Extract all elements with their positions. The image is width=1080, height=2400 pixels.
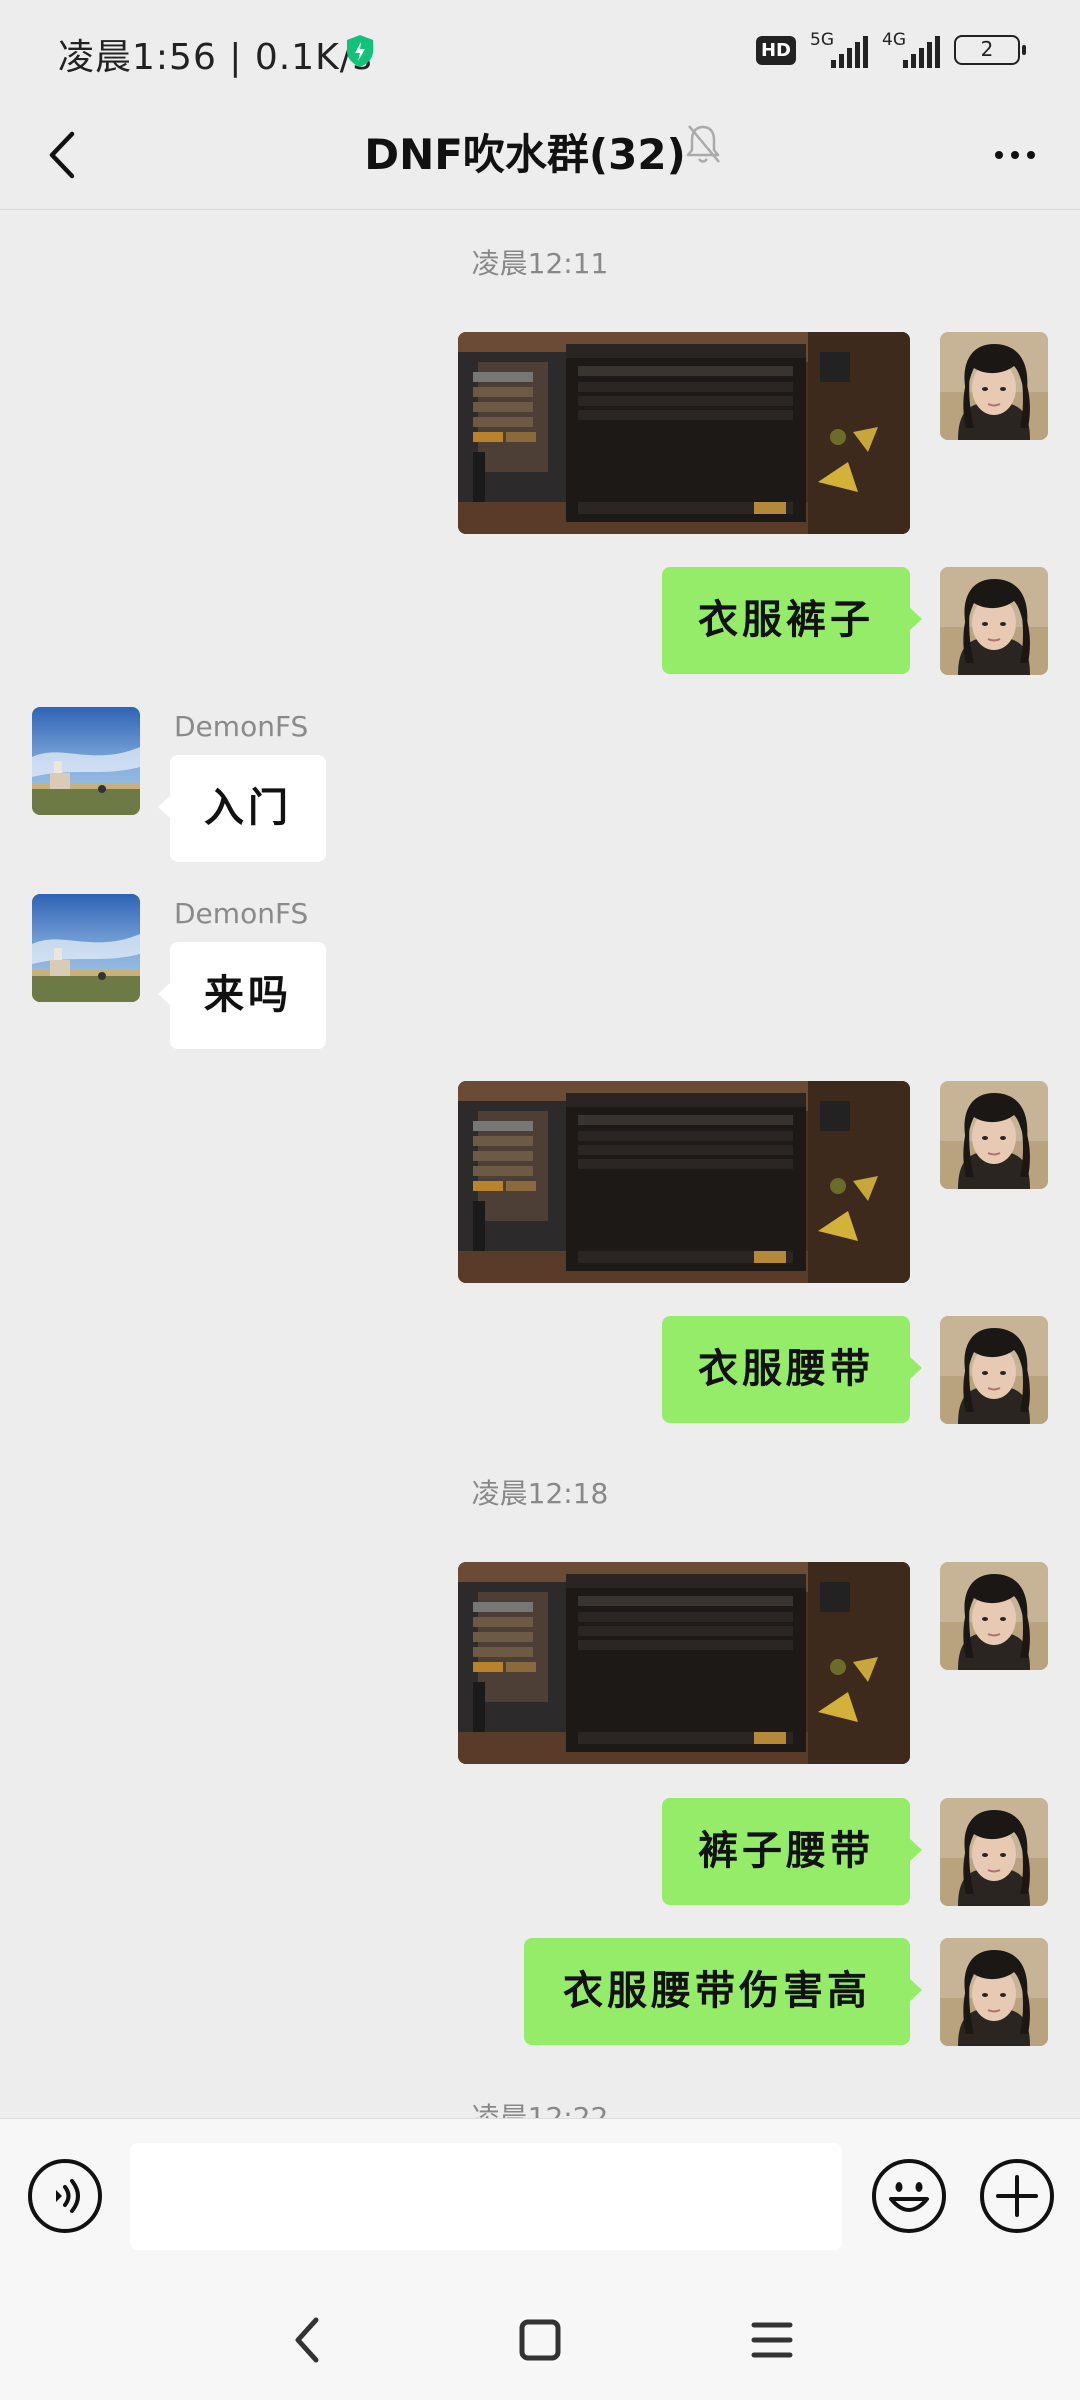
message-bubble[interactable]: 入门	[158, 755, 326, 862]
hd-icon: HD	[755, 35, 796, 65]
message-bubble[interactable]: 来吗	[158, 942, 326, 1049]
message-input[interactable]	[130, 2143, 842, 2250]
avatar[interactable]	[940, 1316, 1048, 1424]
status-time: 凌晨1:56 | 0.1K/s	[58, 37, 373, 78]
avatar[interactable]	[940, 1081, 1048, 1189]
sender-name: DemonFS	[174, 897, 309, 930]
message-timestamp: 凌晨12:18	[471, 1477, 609, 1510]
voice-icon[interactable]	[28, 2159, 102, 2233]
avatar[interactable]	[32, 707, 140, 815]
input-bar	[0, 2118, 1080, 2278]
plus-icon[interactable]	[980, 2159, 1054, 2233]
system-nav-bar	[0, 2278, 1080, 2400]
message-bubble[interactable]: 衣服裤子	[662, 567, 922, 674]
shield-icon	[347, 35, 373, 67]
avatar[interactable]	[940, 1562, 1048, 1670]
signal-5g-icon: 5G	[810, 30, 868, 70]
chat-header: DNF吹水群(32)	[0, 100, 1080, 210]
image-message[interactable]	[458, 1081, 910, 1283]
avatar[interactable]	[940, 1938, 1048, 2046]
system-back-icon[interactable]	[268, 2300, 348, 2380]
message-bubble[interactable]: 裤子腰带	[662, 1798, 922, 1905]
avatar[interactable]	[940, 1798, 1048, 1906]
avatar[interactable]	[940, 332, 1048, 440]
battery-icon: 2	[954, 35, 1026, 65]
muted-bell-icon	[686, 125, 720, 163]
message-bubble[interactable]: 衣服腰带	[662, 1316, 922, 1423]
avatar[interactable]	[940, 567, 1048, 675]
signal-4g-icon: 4G	[882, 30, 940, 70]
message-timestamp: 凌晨12:22	[471, 2101, 609, 2118]
image-message[interactable]	[458, 332, 910, 534]
status-icons: HD 5G 4G 2	[755, 30, 1026, 70]
chat-screen: 凌晨1:56 | 0.1K/s HD 5G 4G 2 DNF吹水群(32) 凌晨…	[0, 0, 1080, 2400]
more-options-icon[interactable]	[980, 120, 1050, 190]
emoji-icon[interactable]	[872, 2159, 946, 2233]
image-message[interactable]	[458, 1562, 910, 1764]
system-menu-icon[interactable]	[732, 2300, 812, 2380]
chat-title: DNF吹水群(32)	[364, 130, 686, 179]
sender-name: DemonFS	[174, 710, 309, 743]
avatar[interactable]	[32, 894, 140, 1002]
message-list[interactable]: 凌晨12:11 衣服裤子 DemonFS 入门 DemonFS 来吗 衣服腰带 …	[0, 210, 1080, 2118]
system-home-icon[interactable]	[500, 2300, 580, 2380]
message-timestamp: 凌晨12:11	[471, 247, 609, 280]
status-bar: 凌晨1:56 | 0.1K/s HD 5G 4G 2	[0, 0, 1080, 100]
message-bubble[interactable]: 衣服腰带伤害高	[524, 1938, 922, 2045]
